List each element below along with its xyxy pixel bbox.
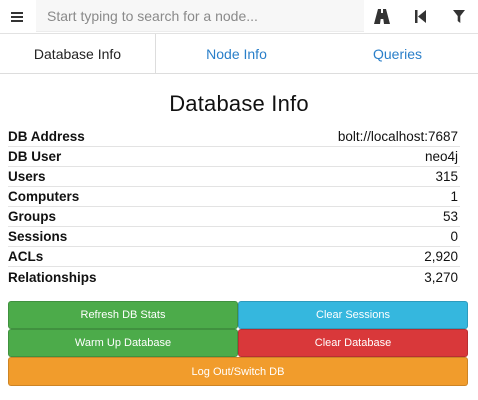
table-row: Users 315 (8, 167, 460, 187)
road-path-icon (374, 8, 390, 24)
row-value: neo4j (424, 149, 458, 164)
row-label: Computers (8, 189, 80, 204)
row-value: 3,270 (424, 269, 458, 285)
filter-icon (453, 9, 465, 23)
clear-database-button[interactable]: Clear Database (238, 329, 468, 357)
step-backward-icon (414, 9, 426, 23)
row-label: Users (8, 169, 46, 184)
row-value: 1 (450, 189, 458, 204)
table-row: Groups 53 (8, 207, 460, 227)
row-value: 2,920 (424, 249, 458, 264)
tab-database-info[interactable]: Database Info (0, 34, 156, 73)
logout-switch-db-button[interactable]: Log Out/Switch DB (8, 357, 468, 386)
search-input[interactable] (36, 0, 364, 31)
search-container (36, 0, 364, 32)
table-row: DB User neo4j (8, 147, 460, 167)
row-label: Groups (8, 209, 57, 224)
warm-up-database-button[interactable]: Warm Up Database (8, 329, 238, 357)
page-title: Database Info (169, 91, 309, 116)
hamburger-menu-icon (11, 12, 23, 22)
row-value: 53 (442, 209, 458, 224)
row-value: 315 (435, 169, 458, 184)
back-button[interactable] (405, 0, 435, 32)
table-row: Relationships 3,270 (8, 267, 460, 287)
refresh-db-stats-button[interactable]: Refresh DB Stats (8, 301, 238, 329)
table-row: DB Address bolt://localhost:7687 (8, 127, 460, 147)
clear-sessions-button[interactable]: Clear Sessions (238, 301, 468, 329)
filter-button[interactable] (444, 0, 474, 32)
row-value: 0 (450, 229, 458, 244)
row-label: Sessions (8, 229, 68, 244)
tab-queries[interactable]: Queries (317, 34, 478, 73)
tab-bar: Database Info Node Info Queries (0, 34, 478, 74)
row-value: bolt://localhost:7687 (337, 129, 458, 144)
tab-node-info[interactable]: Node Info (156, 34, 317, 73)
search-bar (0, 0, 478, 34)
row-label: Relationships (8, 269, 97, 285)
table-row: Sessions 0 (8, 227, 460, 247)
menu-button[interactable] (0, 0, 34, 34)
table-row: Computers 1 (8, 187, 460, 207)
row-label: DB Address (8, 129, 85, 144)
database-info-table: DB Address bolt://localhost:7687 DB User… (8, 127, 460, 287)
row-label: ACLs (8, 249, 44, 264)
pathfinding-button[interactable] (367, 0, 397, 32)
row-label: DB User (8, 149, 62, 164)
table-row: ACLs 2,920 (8, 247, 460, 267)
